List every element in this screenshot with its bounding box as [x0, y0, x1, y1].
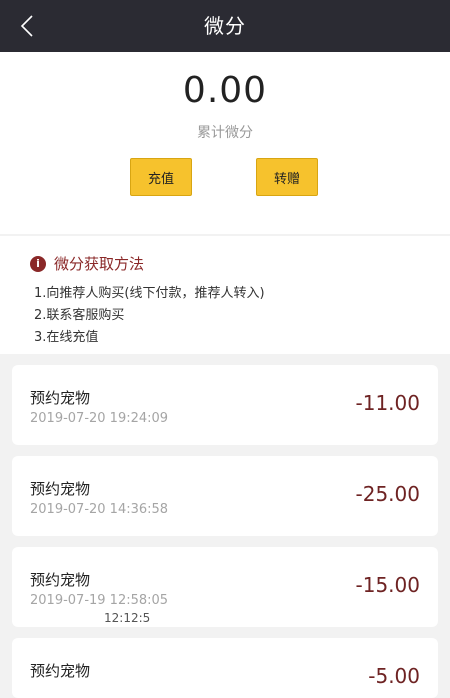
earn-method-item: 1.向推荐人购买(线下付款，推荐人转入)	[34, 286, 265, 301]
record-name: 预约宠物	[30, 571, 91, 589]
page-title: 微分	[204, 14, 246, 38]
transfer-button[interactable]: 转赠	[256, 158, 318, 196]
record-amount: -25.00	[355, 482, 420, 506]
record-time: 2019-07-19 12:58:05	[30, 593, 169, 608]
record-time: 2019-07-20 19:24:09	[30, 411, 169, 426]
record-name: 预约宠物	[30, 480, 91, 498]
earn-method-item: 2.联系客服购买	[34, 308, 125, 323]
record-amount: -11.00	[355, 391, 420, 415]
info-icon: i	[30, 255, 46, 272]
transaction-record[interactable]: 预约宠物 2019-07-19 12:58:05 -15.00	[12, 547, 438, 627]
balance-card: 0.00 累计微分 充值 转赠	[0, 52, 450, 234]
record-name: 预约宠物	[30, 389, 91, 407]
record-amount: -5.00	[368, 664, 420, 688]
transaction-record[interactable]: 预约宠物 -5.00	[12, 638, 438, 698]
balance-label: 累计微分	[197, 125, 253, 141]
earn-methods-header: i 微分获取方法	[30, 253, 144, 274]
earn-methods-card: i 微分获取方法 1.向推荐人购买(线下付款，推荐人转入) 2.联系客服购买 3…	[0, 236, 450, 354]
overlay-time-text: 12:12:5	[104, 611, 151, 625]
top-nav-bar: 微分	[0, 0, 450, 52]
earn-method-item: 3.在线充值	[34, 330, 99, 345]
record-time: 2019-07-20 14:36:58	[30, 502, 169, 517]
transaction-record[interactable]: 预约宠物 2019-07-20 19:24:09 -11.00	[12, 365, 438, 445]
record-amount: -15.00	[355, 573, 420, 597]
earn-methods-title: 微分获取方法	[54, 255, 145, 273]
balance-amount: 0.00	[182, 70, 268, 111]
transaction-record[interactable]: 预约宠物 2019-07-20 14:36:58 -25.00	[12, 456, 438, 536]
record-name: 预约宠物	[30, 662, 91, 680]
recharge-button[interactable]: 充值	[130, 158, 192, 196]
